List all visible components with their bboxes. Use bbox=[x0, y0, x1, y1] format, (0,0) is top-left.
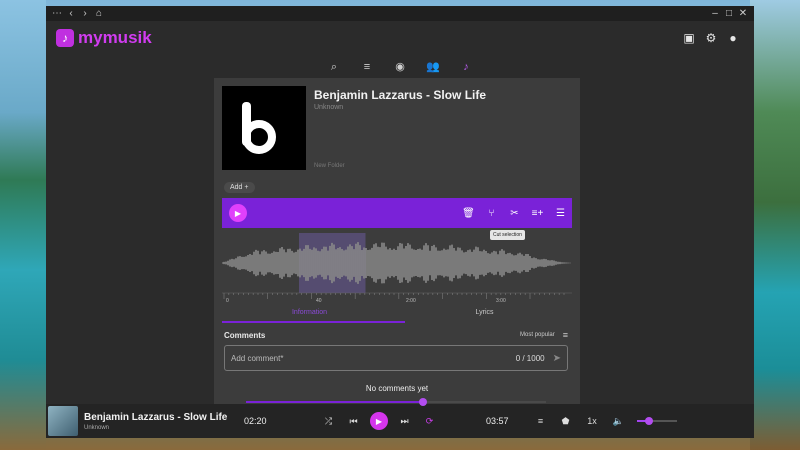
sort-icon[interactable]: ≡ bbox=[563, 330, 568, 340]
minimize-icon[interactable]: – bbox=[708, 8, 722, 19]
tab-information[interactable]: Information bbox=[222, 306, 397, 320]
edit-toolbar: ▶ 🗑 ⑂ ✂ ≡+ ☰ bbox=[222, 198, 572, 228]
account-icon[interactable]: ● bbox=[722, 31, 744, 45]
playback-rate[interactable]: 1x bbox=[578, 416, 606, 426]
library-icon[interactable]: ▣ bbox=[678, 31, 700, 45]
waveform[interactable] bbox=[222, 233, 572, 293]
tab-lyrics[interactable]: Lyrics bbox=[397, 306, 572, 320]
app-logo[interactable]: ♪ mymusik bbox=[56, 28, 152, 48]
album-icon[interactable]: ◉ bbox=[384, 55, 417, 79]
timeline-tick-label: 40 bbox=[316, 298, 322, 304]
cover-logo bbox=[238, 102, 290, 154]
home-icon[interactable]: ⌂ bbox=[92, 8, 106, 19]
search-icon[interactable]: ⌕ bbox=[318, 55, 351, 79]
close-icon[interactable]: ✕ bbox=[736, 8, 750, 19]
repeat-icon[interactable]: ⟳ bbox=[417, 416, 442, 427]
track-title: Benjamin Lazzarus - Slow Life bbox=[314, 88, 487, 102]
player-play-icon[interactable]: ▶ bbox=[370, 412, 388, 430]
track-artist[interactable]: Unknown bbox=[314, 104, 343, 111]
progress-fill bbox=[246, 401, 423, 403]
now-playing-artist[interactable]: Unknown bbox=[84, 425, 244, 431]
app-window: ⋯ ‹ › ⌂ – □ ✕ ♪ mymusik ▣ ⚙ ● ⌕ ≡ ◉ 👥 ♪ … bbox=[46, 6, 754, 438]
previous-icon[interactable]: ⏮ bbox=[341, 416, 366, 427]
timeline-tick-label: 3:00 bbox=[496, 298, 506, 304]
logo-mark-icon: ♪ bbox=[56, 29, 74, 47]
forward-icon[interactable]: › bbox=[78, 8, 92, 19]
desktop-background-left bbox=[0, 0, 46, 450]
volume-icon[interactable]: 🔈 bbox=[606, 416, 631, 427]
timeline-tick-label: 0 bbox=[226, 298, 229, 304]
comment-placeholder: Add comment* bbox=[231, 353, 284, 363]
queue-list-icon[interactable]: ≡ bbox=[528, 416, 553, 426]
music-note-icon[interactable]: ♪ bbox=[450, 55, 483, 79]
player-bar: Benjamin Lazzarus - Slow Life Unknown 02… bbox=[46, 398, 754, 438]
split-icon[interactable]: ⑂ bbox=[480, 208, 503, 219]
add-to-queue-icon[interactable]: ≡+ bbox=[526, 208, 549, 219]
timeline-ruler[interactable]: 0 40 2:00 3:00 bbox=[222, 292, 572, 304]
comment-input[interactable]: Add comment* 0 / 1000 ➤ bbox=[224, 345, 568, 371]
shuffle-icon[interactable]: ⤮ bbox=[316, 416, 341, 427]
more-icon[interactable]: ⋯ bbox=[50, 8, 64, 19]
folder-label[interactable]: New Folder bbox=[314, 163, 345, 169]
album-cover bbox=[222, 86, 306, 170]
titlebar: ⋯ ‹ › ⌂ – □ ✕ bbox=[46, 6, 754, 21]
next-icon[interactable]: ⏭ bbox=[392, 416, 417, 427]
desktop-background-right bbox=[750, 0, 800, 450]
queue-icon[interactable]: ≡ bbox=[351, 55, 384, 79]
volume-knob[interactable] bbox=[645, 417, 653, 425]
waveform-path bbox=[222, 242, 571, 284]
now-playing-thumbnail[interactable] bbox=[48, 406, 78, 436]
app-name: mymusik bbox=[78, 28, 152, 47]
delete-icon[interactable]: 🗑 bbox=[457, 208, 480, 219]
duration-time: 03:57 bbox=[486, 416, 509, 426]
play-icon[interactable]: ▶ bbox=[229, 204, 247, 222]
comments-title: Comments bbox=[224, 330, 266, 340]
timeline-tick-label: 2:00 bbox=[406, 298, 416, 304]
active-tab-indicator bbox=[222, 321, 405, 323]
add-row: Add + bbox=[224, 180, 255, 194]
now-playing-meta: Benjamin Lazzarus - Slow Life Unknown bbox=[84, 412, 244, 431]
elapsed-time: 02:20 bbox=[244, 416, 267, 426]
playlist-icon[interactable]: ☰ bbox=[549, 208, 572, 219]
maximize-icon[interactable]: □ bbox=[722, 8, 736, 19]
now-playing-title[interactable]: Benjamin Lazzarus - Slow Life bbox=[84, 412, 244, 423]
app-header: ♪ mymusik ▣ ⚙ ● bbox=[46, 21, 754, 55]
back-icon[interactable]: ‹ bbox=[64, 8, 78, 19]
cast-icon[interactable]: ⬟ bbox=[553, 416, 578, 427]
people-icon[interactable]: 👥 bbox=[417, 55, 450, 79]
sort-label[interactable]: Most popular bbox=[520, 332, 555, 338]
volume-slider[interactable] bbox=[637, 417, 677, 425]
top-navigation: ⌕ ≡ ◉ 👥 ♪ bbox=[46, 55, 754, 79]
progress-track[interactable] bbox=[246, 398, 546, 406]
empty-comments-message: No comments yet bbox=[365, 384, 429, 393]
comment-char-count: 0 / 1000 bbox=[515, 353, 545, 363]
add-button[interactable]: Add + bbox=[224, 181, 255, 193]
progress-knob[interactable] bbox=[419, 398, 427, 406]
track-detail-panel: Benjamin Lazzarus - Slow Life Unknown Ne… bbox=[214, 78, 580, 410]
settings-icon[interactable]: ⚙ bbox=[700, 31, 722, 45]
send-icon[interactable]: ➤ bbox=[553, 353, 561, 364]
cut-icon[interactable]: ✂ bbox=[503, 208, 526, 219]
detail-tabs: Information Lyrics bbox=[222, 306, 572, 320]
comments-header: Comments Most popular ≡ bbox=[224, 330, 568, 340]
